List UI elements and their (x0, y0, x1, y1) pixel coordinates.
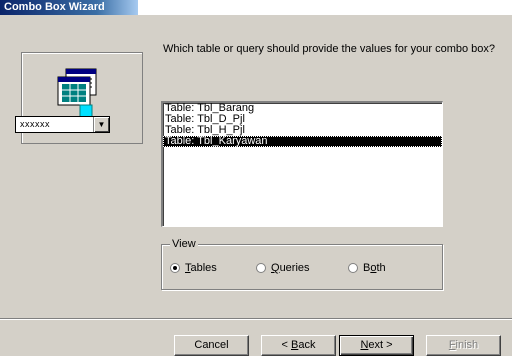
sample-combo-text: xxxxxx (20, 119, 50, 129)
wizard-dialog: xxxxxx ▼ Which table or query should pro… (0, 15, 512, 356)
back-label: < Back (281, 339, 316, 351)
chevron-down-icon: ▼ (93, 117, 109, 132)
next-label: Next > (360, 339, 393, 351)
title-bar: Combo Box Wizard (0, 0, 517, 15)
next-button[interactable]: Next > (339, 335, 414, 356)
title-bar-gradient: Combo Box Wizard (0, 0, 138, 15)
radio-queries[interactable]: Queries (256, 262, 310, 274)
question-text: Which table or query should provide the … (163, 43, 496, 55)
radio-both-label: Both (363, 262, 386, 274)
radio-dot[interactable] (348, 263, 358, 273)
list-item-selected[interactable]: Table: Tbl_Karyawan (163, 136, 442, 147)
button-separator (0, 318, 512, 320)
view-legend: View (170, 238, 198, 250)
cancel-button[interactable]: Cancel (174, 335, 249, 356)
view-group: View Tables Queries Both (161, 238, 443, 290)
table-list[interactable]: Table: Tbl_Barang Table: Tbl_D_Pjl Table… (161, 101, 443, 227)
window-title: Combo Box Wizard (4, 1, 105, 13)
finish-button[interactable]: Finish (426, 335, 501, 356)
sample-combo-box: xxxxxx ▼ (15, 116, 110, 133)
radio-tables[interactable]: Tables (170, 262, 217, 274)
back-button[interactable]: < Back (261, 335, 336, 356)
radio-tables-label: Tables (185, 262, 217, 274)
radio-queries-label: Queries (271, 262, 310, 274)
radio-dot[interactable] (256, 263, 266, 273)
radio-both[interactable]: Both (348, 262, 386, 274)
cancel-label: Cancel (194, 339, 229, 351)
finish-label: Finish (448, 339, 479, 351)
radio-dot[interactable] (170, 263, 180, 273)
